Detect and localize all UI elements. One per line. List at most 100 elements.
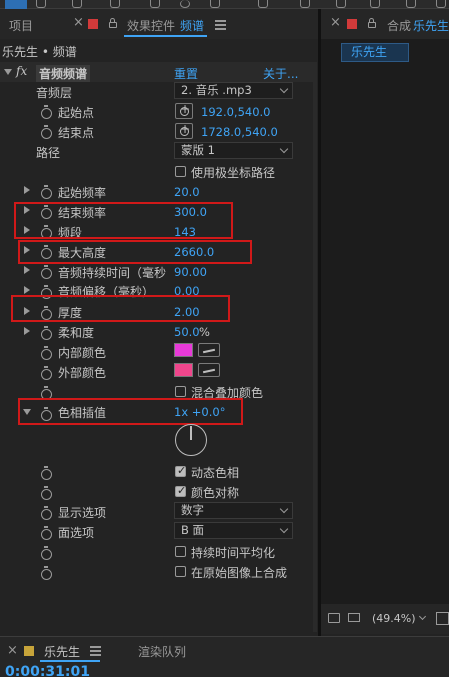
composite-original-checkbox[interactable] [175,566,186,577]
chevron-down-icon [279,504,289,514]
top-toolbar [0,0,449,9]
tab-effect-target[interactable]: 频谱 [180,17,204,34]
always-preview-icon[interactable] [328,613,340,623]
current-timecode[interactable]: 0:00:31:01 [5,664,90,677]
inside-color-swatch[interactable] [174,343,193,357]
expand-effect-icon[interactable] [4,69,12,75]
zoom-level[interactable]: (49.4%) [372,612,416,625]
eraser-tool-icon[interactable] [406,0,416,8]
about-link[interactable]: 关于... [263,65,298,82]
color-symmetry-checkbox[interactable] [175,484,186,497]
expand-arrow-icon[interactable] [24,286,30,294]
active-tab-underline [124,35,207,37]
mask-tool-icon[interactable] [210,0,220,8]
softness-label: 柔和度 [58,326,95,340]
tab-composition-name[interactable]: 乐先生 [413,17,449,34]
stopwatch-icon[interactable] [41,506,52,520]
selection-tool-icon[interactable] [5,0,27,9]
tab-effect-controls[interactable]: 效果控件 [127,17,175,34]
tab-project[interactable]: 项目 [9,17,33,34]
stopwatch-icon[interactable] [41,566,52,580]
lock-icon[interactable] [109,18,117,28]
expand-arrow-icon[interactable] [24,186,30,194]
brush-tool-icon[interactable] [336,0,346,8]
close-icon[interactable]: × [73,15,84,30]
pan-tool-icon[interactable] [180,0,190,8]
stopwatch-icon[interactable] [41,326,52,340]
zoom-tool-icon[interactable] [72,0,82,8]
stopwatch-icon[interactable] [41,185,52,199]
stopwatch-icon[interactable] [41,466,52,480]
display-options-dropdown[interactable]: 数字 [174,502,293,519]
close-icon[interactable]: × [330,15,341,30]
dynamic-hue-checkbox[interactable] [175,464,186,477]
avg-time-label: 持续时间平均化 [191,546,276,560]
reset-link[interactable]: 重置 [174,65,198,82]
comp-color-chip-icon [347,19,357,29]
panel-menu-icon[interactable] [90,646,101,648]
fx-icon[interactable]: fx [16,64,27,78]
highlight-box-hue-interp [18,398,243,425]
end-point-value[interactable]: 1728.0,540.0 [201,125,278,139]
expand-arrow-icon[interactable] [24,327,30,335]
stopwatch-icon[interactable] [41,546,52,560]
eyedropper-icon[interactable] [198,363,220,377]
audio-layer-value: 2. 音乐 .mp3 [181,83,252,97]
monitor-icon[interactable] [348,613,360,622]
pen-tool-icon[interactable] [258,0,268,8]
stamp-tool-icon[interactable] [370,0,380,8]
comp-breadcrumb[interactable]: 乐先生 [341,43,409,62]
stopwatch-icon[interactable] [41,486,52,500]
stopwatch-icon[interactable] [41,265,52,279]
puppet-tool-icon[interactable] [436,0,446,8]
hand-tool-icon[interactable] [36,0,46,8]
path-label: 路径 [36,146,61,160]
stopwatch-icon[interactable] [41,526,52,540]
start-freq-value[interactable]: 20.0 [174,185,200,199]
crosshair-icon[interactable] [175,102,193,119]
audio-duration-value[interactable]: 90.00 [174,265,207,279]
dial-needle [190,426,192,440]
tab-timeline-comp[interactable]: 乐先生 [44,643,80,660]
stopwatch-icon[interactable] [41,366,52,380]
dynamic-hue-label: 动态色相 [191,466,240,480]
rotate-tool-icon[interactable] [110,0,120,8]
softness-unit: % [199,325,210,339]
composition-viewer[interactable] [321,39,449,604]
close-icon[interactable]: × [7,643,18,658]
outside-color-swatch[interactable] [174,363,193,377]
start-point-value[interactable]: 192.0,540.0 [201,105,271,119]
stopwatch-icon[interactable] [41,105,52,119]
lock-icon[interactable] [368,18,376,28]
tab-composition-prefix[interactable]: 合成 [387,17,411,34]
inside-color-label: 内部颜色 [58,346,107,360]
audio-layer-label: 音频层 [36,86,73,100]
outside-color-label: 外部颜色 [58,366,107,380]
effect-color-chip-icon [88,19,98,29]
blend-overlap-checkbox[interactable] [175,386,186,397]
panel-menu-icon[interactable] [215,20,226,22]
start-point-label: 起始点 [58,106,95,120]
eyedropper-icon[interactable] [198,343,220,357]
camera-tool-icon[interactable] [150,0,160,8]
crosshair-icon[interactable] [175,122,193,139]
vertical-scrollbar[interactable] [313,62,317,632]
type-tool-icon[interactable] [300,0,310,8]
chevron-down-icon [279,144,289,154]
stopwatch-icon[interactable] [41,125,52,139]
path-dropdown[interactable]: 蒙版 1 [174,142,293,159]
expand-arrow-icon[interactable] [24,266,30,274]
effect-name[interactable]: 音频频谱 [36,65,91,82]
tab-render-queue[interactable]: 渲染队列 [138,643,186,660]
layer-path-header: 乐先生 • 频谱 [2,45,77,59]
avg-time-checkbox[interactable] [175,546,186,557]
active-tab-underline [40,660,100,662]
hue-angle-dial[interactable] [175,424,207,456]
stopwatch-icon[interactable] [41,346,52,360]
grid-icon[interactable] [436,612,449,625]
polar-path-label: 使用极坐标路径 [191,166,276,180]
softness-value[interactable]: 50.0 [174,325,200,339]
side-options-dropdown[interactable]: B 面 [174,522,293,539]
audio-layer-dropdown[interactable]: 2. 音乐 .mp3 [174,82,293,99]
polar-path-checkbox[interactable] [175,166,186,177]
